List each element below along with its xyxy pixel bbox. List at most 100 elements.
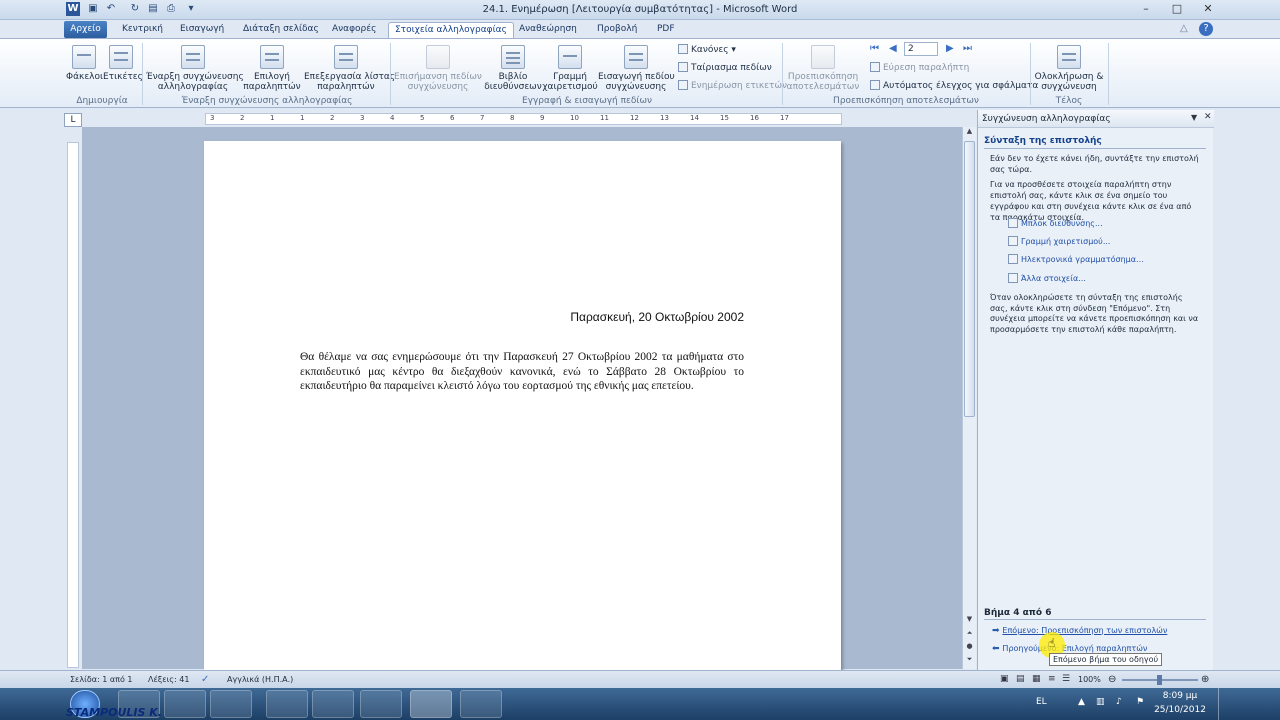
tab-file[interactable]: Αρχείο	[64, 21, 107, 38]
scrollbar-thumb[interactable]	[964, 141, 975, 417]
tab-page-layout[interactable]: Διάταξη σελίδας	[237, 22, 325, 39]
greeting-line-link[interactable]: Γραμμή χαιρετισμού...	[1008, 236, 1110, 247]
edit-list-label-1: Επεξεργασία λίστας	[304, 72, 396, 82]
tray-arrow-icon[interactable]: ▲	[1078, 697, 1085, 707]
envelopes-button[interactable]: Φάκελοι	[66, 45, 103, 82]
select-recipients-button[interactable]: Επιλογή παραληπτών	[240, 45, 304, 92]
pane-next-instructions: Όταν ολοκληρώσετε τη σύνταξη της επιστολ…	[990, 293, 1199, 334]
windows-taskbar: STAMPOULIS K. EL ▲ ▥ ♪ ⚑ 8:09 μμ 25/10/2…	[0, 688, 1280, 720]
labels-label: Ετικέτες	[103, 72, 143, 82]
word-taskbar-icon[interactable]	[410, 690, 452, 718]
letter-body[interactable]: Θα θέλαμε να σας ενημερώσουμε ότι την Πα…	[300, 350, 744, 394]
input-language[interactable]: EL	[1036, 697, 1047, 707]
language-status[interactable]: Αγγλικά (Η.Π.Α.)	[227, 671, 293, 688]
clock-time[interactable]: 8:09 μμ	[1150, 691, 1210, 701]
zoom-level[interactable]: 100%	[1078, 671, 1101, 688]
volume-icon[interactable]: ♪	[1116, 697, 1122, 707]
rules-button[interactable]: Κανόνες ▾	[678, 44, 736, 55]
insert-field-label-2: συγχώνευσης	[605, 82, 667, 92]
file-explorer-icon[interactable]	[164, 690, 206, 718]
chrome-icon[interactable]	[360, 690, 402, 718]
scroll-up-icon[interactable]: ▲	[964, 127, 975, 139]
next-step-link[interactable]: ➡ Επόμενο: Προεπισκόπηση των επιστολών	[992, 626, 1167, 636]
help-icon[interactable]: ?	[1199, 22, 1213, 36]
highlight-merge-fields-button[interactable]: Επισήμανση πεδίων συγχώνευσης	[394, 45, 482, 92]
tab-review[interactable]: Αναθεώρηση	[513, 22, 583, 39]
previous-page-icon[interactable]: ⏶	[964, 629, 975, 639]
print-layout-icon[interactable]: ▣	[1000, 671, 1009, 688]
proofing-icon[interactable]: ✓	[201, 671, 209, 688]
vertical-scrollbar[interactable]: ▲ ▼ ⏶ ● ⏷	[962, 127, 976, 669]
browse-object-icon[interactable]: ●	[964, 642, 975, 652]
close-button[interactable]: ✕	[1193, 0, 1223, 20]
update-labels-button[interactable]: Ενημέρωση ετικετών	[678, 80, 787, 91]
match-fields-icon	[678, 62, 688, 72]
insert-field-label-1: Εισαγωγή πεδίου	[598, 72, 675, 82]
outline-icon[interactable]: ≡	[1048, 671, 1056, 688]
zoom-out-icon[interactable]: ⊖	[1108, 671, 1116, 688]
zoom-in-icon[interactable]: ⊕	[1201, 671, 1209, 688]
edit-recipient-list-button[interactable]: Επεξεργασία λίστας παραληπτών	[304, 45, 396, 92]
electronic-postage-link[interactable]: Ηλεκτρονικά γραμματόσημα...	[1008, 254, 1144, 265]
recorder-icon[interactable]	[460, 690, 502, 718]
network-icon[interactable]: ▥	[1096, 697, 1105, 707]
finish-merge-button[interactable]: Ολοκλήρωση & συγχώνευση	[1034, 45, 1104, 92]
group-separator	[1030, 43, 1031, 105]
ribbon: Φάκελοι Ετικέτες Δημιουργία Έναρξη συγχώ…	[0, 38, 1280, 108]
group-separator	[782, 43, 783, 105]
vertical-ruler[interactable]	[67, 142, 79, 668]
pane-options-icon[interactable]: ▼	[1191, 113, 1197, 122]
minimize-ribbon-icon[interactable]: △	[1180, 23, 1188, 34]
zoom-slider-thumb[interactable]	[1157, 675, 1162, 685]
previous-record-icon[interactable]: ◀	[889, 43, 897, 54]
insert-merge-field-button[interactable]: Εισαγωγή πεδίου συγχώνευσης	[598, 45, 675, 92]
next-record-icon[interactable]: ▶	[946, 43, 954, 54]
word-count[interactable]: Λέξεις: 41	[148, 671, 189, 688]
pane-close-icon[interactable]: ✕	[1204, 112, 1212, 122]
labels-button[interactable]: Ετικέτες	[103, 45, 143, 82]
first-record-icon[interactable]: ⏮	[870, 43, 879, 54]
web-layout-icon[interactable]: ▦	[1032, 671, 1041, 688]
tab-insert[interactable]: Εισαγωγή	[174, 22, 230, 39]
scroll-down-icon[interactable]: ▼	[964, 615, 975, 627]
match-fields-button[interactable]: Ταίριασμα πεδίων	[678, 62, 772, 73]
address-block-link[interactable]: Μπλοκ διεύθυνσης...	[1008, 218, 1103, 229]
ruler-tick-label: 1	[270, 114, 275, 122]
finish-label-1: Ολοκλήρωση &	[1034, 72, 1104, 82]
auto-check-icon	[870, 80, 880, 90]
tab-view[interactable]: Προβολή	[591, 22, 643, 39]
preview-results-button[interactable]: Προεπισκόπηση αποτελεσμάτων	[786, 45, 860, 92]
next-page-icon[interactable]: ⏷	[964, 655, 975, 665]
greeting-line-button[interactable]: Γραμμή χαιρετισμού	[542, 45, 598, 92]
edit-list-icon	[334, 45, 358, 69]
minimize-button[interactable]: –	[1131, 0, 1161, 20]
action-center-icon[interactable]: ⚑	[1136, 697, 1144, 707]
auto-check-errors-button[interactable]: Αυτόματος έλεγχος για σφάλματα	[870, 80, 1038, 91]
tab-references[interactable]: Αναφορές	[326, 22, 382, 39]
show-desktop-button[interactable]	[1218, 688, 1232, 720]
last-record-icon[interactable]: ⏭	[963, 43, 972, 54]
greeting-line-link-icon	[1008, 236, 1018, 246]
page-count[interactable]: Σελίδα: 1 από 1	[70, 671, 132, 688]
hp-app-icon[interactable]	[266, 690, 308, 718]
tab-mailings[interactable]: Στοιχεία αλληλογραφίας	[388, 22, 514, 39]
address-block-button[interactable]: Βιβλίο διευθύνσεων	[484, 45, 542, 92]
record-number-input[interactable]: 2	[904, 42, 938, 56]
document-page[interactable]: Παρασκευή, 20 Οκτωβρίου 2002 Θα θέλαμε ν…	[204, 141, 841, 671]
tab-home[interactable]: Κεντρική	[116, 22, 169, 39]
tab-selector[interactable]: L	[64, 113, 82, 127]
firefox-icon[interactable]	[312, 690, 354, 718]
maximize-button[interactable]: □	[1162, 0, 1192, 20]
media-player-icon[interactable]	[210, 690, 252, 718]
draft-icon[interactable]: ☰	[1062, 671, 1070, 688]
clock-date[interactable]: 25/10/2012	[1150, 705, 1210, 715]
find-recipient-button[interactable]: Εύρεση παραλήπτη	[870, 62, 969, 73]
rules-label: Κανόνες	[691, 45, 729, 55]
more-items-link[interactable]: Άλλα στοιχεία...	[1008, 273, 1086, 284]
start-mail-merge-button[interactable]: Έναρξη συγχώνευσης αλληλογραφίας	[146, 45, 244, 92]
full-screen-reading-icon[interactable]: ▤	[1016, 671, 1025, 688]
letter-date[interactable]: Παρασκευή, 20 Οκτωβρίου 2002	[204, 310, 744, 324]
next-step-label: Επόμενο: Προεπισκόπηση των επιστολών	[1002, 626, 1168, 635]
horizontal-ruler[interactable]: 3 2 1 1 2 3 4 5 6 7 8 9 10 11 12 13 14 15 16 17	[205, 113, 842, 125]
tab-pdf[interactable]: PDF	[651, 22, 681, 39]
